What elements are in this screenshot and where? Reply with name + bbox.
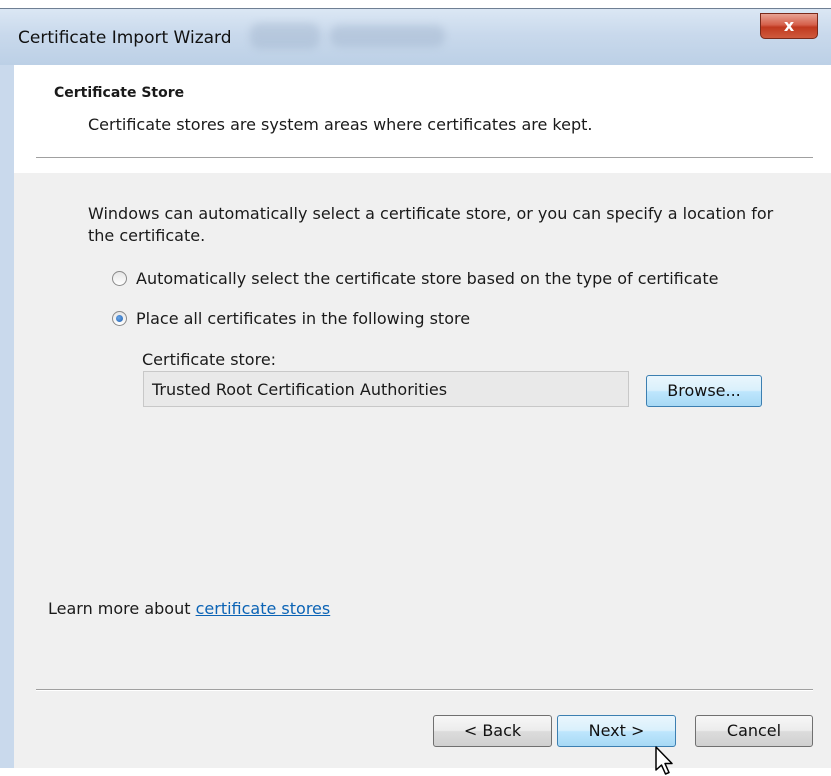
blurred-background-text: [330, 25, 445, 47]
back-button[interactable]: < Back: [433, 715, 552, 747]
certificate-import-wizard-window: Certificate Import Wizard x Certificate …: [0, 8, 831, 775]
auto-select-option[interactable]: Automatically select the certificate sto…: [112, 269, 718, 288]
title-bar[interactable]: Certificate Import Wizard x: [0, 9, 831, 65]
footer-divider: [36, 689, 813, 691]
browse-button[interactable]: Browse...: [646, 375, 762, 407]
learn-more-text: Learn more about certificate stores: [48, 599, 330, 618]
radio-button-unchecked[interactable]: [112, 271, 127, 286]
certificate-store-field: Trusted Root Certification Authorities: [143, 371, 629, 407]
window-frame: [0, 65, 14, 768]
auto-select-option-label[interactable]: Automatically select the certificate sto…: [136, 269, 718, 288]
cancel-button[interactable]: Cancel: [695, 715, 813, 747]
certificate-store-label: Certificate store:: [142, 350, 277, 369]
blurred-background-text: [250, 23, 320, 49]
next-button[interactable]: Next >: [557, 715, 676, 747]
header-divider: [36, 157, 813, 159]
close-icon: x: [783, 16, 795, 35]
learn-more-prefix: Learn more about: [48, 599, 196, 618]
wizard-content: Certificate Store Certificate stores are…: [14, 65, 831, 775]
mouse-pointer-icon: [655, 746, 673, 775]
window-title: Certificate Import Wizard: [18, 28, 232, 48]
page-title: Certificate Store: [54, 85, 185, 101]
radio-button-checked[interactable]: [112, 311, 127, 326]
intro-text: Windows can automatically select a certi…: [88, 204, 774, 245]
place-in-store-option-label[interactable]: Place all certificates in the following …: [136, 309, 470, 328]
page-description: Certificate stores are system areas wher…: [88, 115, 593, 134]
close-button[interactable]: x: [760, 13, 818, 39]
certificate-stores-link[interactable]: certificate stores: [196, 599, 331, 618]
place-in-store-option[interactable]: Place all certificates in the following …: [112, 309, 470, 328]
